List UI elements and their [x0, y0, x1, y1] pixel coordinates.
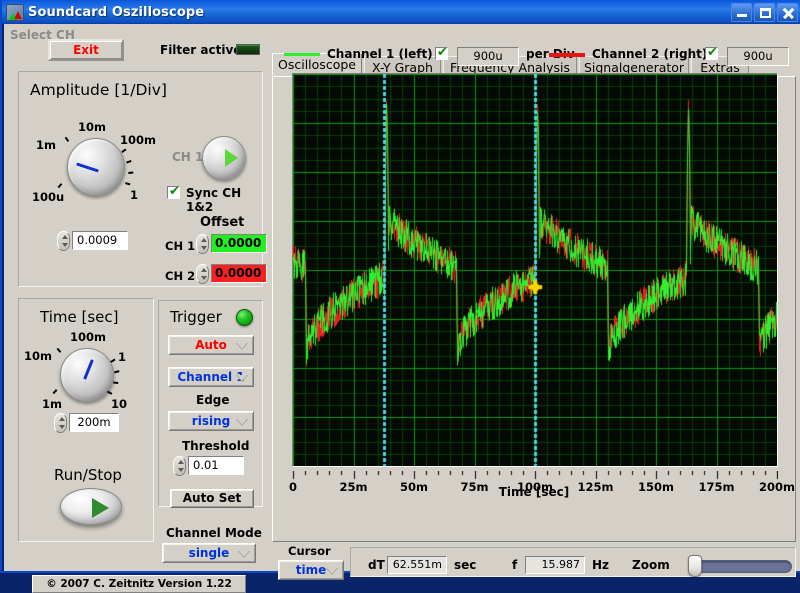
- trigger-title: Trigger: [170, 308, 222, 326]
- select-ch-knob[interactable]: [202, 136, 246, 180]
- trigger-threshold-value[interactable]: 0.01: [188, 456, 244, 475]
- amplitude-value[interactable]: 0.0009: [72, 231, 128, 250]
- offset-ch2-label: CH 2: [165, 269, 196, 283]
- chevron-down-icon: [236, 343, 248, 350]
- channel2-enable-checkbox[interactable]: [705, 45, 718, 60]
- offset-title: Offset: [200, 215, 245, 230]
- oscilloscope-plot-frame[interactable]: [292, 73, 778, 467]
- run-stop-button[interactable]: [60, 488, 122, 525]
- amplitude-tick-100u: 100u: [32, 190, 65, 204]
- frequency-unit: Hz: [592, 558, 610, 572]
- time-tick-1: 1: [118, 350, 127, 364]
- amplitude-title: Amplitude [1/Div]: [30, 81, 167, 99]
- amplitude-spinner[interactable]: [57, 231, 70, 251]
- chevron-down-icon: [236, 375, 248, 382]
- title-bar: Soundcard Oszilloscope: [2, 0, 800, 24]
- app-window: Soundcard Oszilloscope Exit Filter activ…: [0, 0, 800, 593]
- trigger-threshold-label: Threshold: [182, 439, 250, 453]
- trigger-edge-label: Edge: [196, 393, 230, 407]
- window-title: Soundcard Oszilloscope: [28, 4, 205, 20]
- channel2-per-div-value[interactable]: 900u: [727, 47, 789, 66]
- channel1-label: Channel 1 (left): [327, 47, 433, 61]
- channel-mode-label: Channel Mode: [166, 526, 262, 540]
- auto-set-button[interactable]: Auto Set: [170, 489, 254, 508]
- time-knob[interactable]: [60, 348, 114, 402]
- select-ch-value: CH 1: [172, 150, 204, 164]
- trigger-mode-value: Auto: [195, 338, 227, 352]
- channel1-enable-checkbox[interactable]: [435, 45, 448, 60]
- trigger-led: [236, 309, 253, 326]
- channel1-color-swatch: [284, 53, 320, 56]
- copyright-label: © 2007 C. Zeitnitz Version 1.22: [32, 575, 246, 593]
- time-value[interactable]: 200m: [69, 413, 119, 432]
- trigger-source-combo[interactable]: Channel 1: [168, 367, 254, 387]
- sync-channels-checkbox[interactable]: [167, 184, 180, 199]
- trigger-threshold-spinner[interactable]: [173, 456, 186, 476]
- channel2-color-swatch: [549, 53, 585, 57]
- frequency-label: f: [512, 558, 518, 572]
- trigger-source-value: Channel 1: [177, 370, 245, 384]
- x-axis: [292, 468, 778, 483]
- dt-label: dT: [368, 558, 385, 572]
- client-area: Exit Filter active Amplitude [1/Div] 10m…: [4, 24, 800, 593]
- trigger-edge-value: rising: [191, 414, 231, 428]
- chevron-down-icon: [326, 568, 338, 575]
- amplitude-tick-1: 1: [130, 188, 139, 202]
- offset-ch2-spinner[interactable]: [196, 264, 209, 284]
- channel2-label: Channel 2 (right): [592, 47, 708, 61]
- time-tick-100m: 100m: [70, 330, 106, 344]
- cursor-mode-combo[interactable]: time: [278, 560, 344, 580]
- dt-value: 62.551m: [387, 556, 447, 574]
- time-tick-10m: 10m: [24, 349, 52, 363]
- channel-mode-combo[interactable]: single: [162, 543, 256, 563]
- offset-ch1-value[interactable]: 0.0000: [211, 234, 267, 253]
- x-axis-title: Time [sec]: [498, 485, 570, 499]
- close-icon[interactable]: [777, 2, 798, 22]
- chevron-down-icon: [238, 551, 250, 558]
- offset-ch1-label: CH 1: [165, 239, 196, 253]
- cursor-mode-value: time: [295, 563, 327, 577]
- maximize-icon[interactable]: [754, 2, 775, 22]
- zoom-slider-handle[interactable]: [688, 555, 702, 577]
- frequency-value: 15.987: [525, 556, 585, 574]
- time-tick-1m: 1m: [42, 397, 62, 411]
- window-buttons: [731, 2, 800, 22]
- filter-active-led[interactable]: [236, 44, 260, 55]
- chevron-down-icon: [236, 419, 248, 426]
- minimize-icon[interactable]: [731, 2, 752, 22]
- exit-button[interactable]: Exit: [48, 39, 124, 61]
- zoom-label: Zoom: [632, 558, 670, 572]
- control-column: Exit Filter active Amplitude [1/Div] 10m…: [10, 28, 268, 593]
- oscilloscope-plot[interactable]: [293, 74, 777, 466]
- sync-channels-label: Sync CH 1&2: [186, 186, 242, 214]
- amplitude-tick-100m: 100m: [120, 133, 156, 147]
- channel1-per-div-value[interactable]: 900u: [457, 47, 519, 66]
- time-title: Time [sec]: [40, 308, 119, 326]
- time-tick-10: 10: [111, 397, 128, 411]
- time-spinner[interactable]: [54, 413, 67, 433]
- run-stop-label: Run/Stop: [54, 466, 122, 484]
- trigger-edge-combo[interactable]: rising: [168, 411, 254, 431]
- amplitude-knob[interactable]: [67, 138, 125, 196]
- channel-mode-value: single: [188, 546, 230, 560]
- cursor-label: Cursor: [288, 544, 331, 558]
- tab-area: Oscilloscope X-Y Graph Frequency Analysi…: [272, 28, 796, 580]
- scope-icon: [6, 3, 24, 21]
- zoom-slider-track[interactable]: [692, 560, 792, 573]
- dt-unit: sec: [454, 558, 477, 572]
- filter-active-label: Filter active: [160, 43, 242, 57]
- offset-ch2-value[interactable]: 0.0000: [211, 264, 267, 283]
- trigger-mode-combo[interactable]: Auto: [168, 335, 254, 355]
- amplitude-tick-10m: 10m: [78, 120, 106, 134]
- amplitude-tick-1m: 1m: [36, 138, 56, 152]
- offset-ch1-spinner[interactable]: [196, 234, 209, 254]
